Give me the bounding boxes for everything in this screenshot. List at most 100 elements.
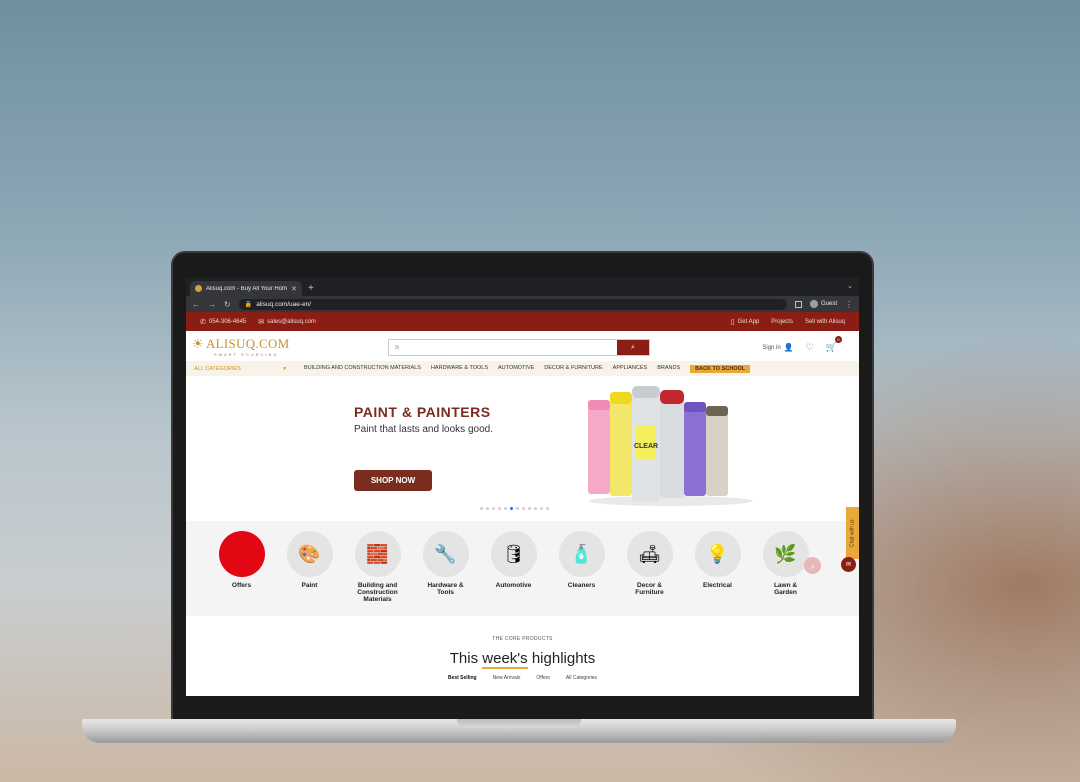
new-tab-icon[interactable]: + — [308, 283, 314, 294]
search-input[interactable] — [389, 340, 617, 355]
tab-all-categories[interactable]: All Categories — [566, 675, 597, 681]
nav-back-to-school[interactable]: BACK TO SCHOOL — [690, 364, 751, 373]
back-icon[interactable]: ← — [192, 300, 200, 309]
highlights-tabs: Best Selling New Arrivals Offers All Cat… — [186, 675, 859, 681]
nav-appliances[interactable]: APPLIANCES — [613, 365, 648, 373]
hero-subtitle: Paint that lasts and looks good. — [354, 424, 493, 435]
category-label: Lawn & Garden — [773, 582, 798, 597]
carousel-dot[interactable] — [486, 507, 489, 510]
chevron-down-icon: ▾ — [283, 365, 286, 372]
tools-icon: 🔧 — [422, 531, 469, 577]
bulb-icon: 💡 — [694, 531, 741, 577]
search-button[interactable]: ⌕ — [617, 340, 649, 355]
user-icon: 👤 — [783, 343, 794, 352]
search-icon: ⌕ — [631, 343, 635, 351]
offers-icon — [218, 531, 265, 577]
nav-decor[interactable]: DECOR & FURNITURE — [544, 365, 602, 373]
hero-banner: PAINT & PAINTERS Paint that lasts and lo… — [186, 376, 859, 519]
category-building[interactable]: 🧱 Building and Construction Materials — [354, 521, 401, 616]
cart-icon[interactable]: 🛒 0 — [826, 336, 842, 353]
address-bar[interactable]: 🔒 alisuq.com/uae-en/ — [238, 298, 787, 310]
forward-icon[interactable]: → — [208, 300, 216, 309]
carousel-dot[interactable] — [522, 507, 525, 510]
side-panel-icon[interactable] — [794, 300, 802, 308]
cart-count-badge: 0 — [835, 336, 842, 343]
projects-link[interactable]: Projects — [771, 319, 793, 325]
signin-text: Sign in — [762, 344, 781, 351]
carousel-dot[interactable] — [546, 507, 549, 510]
get-app-text: Get App — [737, 318, 760, 325]
category-label: Cleaners — [567, 582, 596, 589]
phone-icon: ✆ — [200, 318, 206, 326]
nav-automotive[interactable]: AUTOMOTIVE — [498, 365, 534, 373]
profile-button[interactable]: Guest — [809, 300, 837, 308]
phone-text: 054-306-4645 — [208, 318, 247, 325]
category-hardware[interactable]: 🔧 Hardware & Tools — [422, 521, 469, 616]
nav-brands[interactable]: BRANDS — [657, 365, 680, 373]
email-link[interactable]: ✉ sales@alisuq.com — [258, 318, 316, 326]
category-offers[interactable]: Offers — [218, 521, 265, 616]
profile-label: Guest — [820, 301, 837, 307]
highlights-section: THE CORE PRODUCTS This week's highlights… — [186, 616, 859, 696]
tab-best-selling[interactable]: Best Selling — [448, 675, 477, 681]
carousel-dot[interactable] — [480, 507, 483, 510]
category-paint[interactable]: 🎨 Paint — [286, 521, 333, 616]
nav-hardware[interactable]: HARDWARE & TOOLS — [431, 365, 488, 373]
svg-text:CLEAR: CLEAR — [634, 443, 658, 450]
next-arrow-icon[interactable]: › — [804, 557, 821, 574]
search-bar: ⌕ — [388, 339, 650, 356]
category-label: Building and Construction Materials — [357, 582, 398, 604]
carousel-dot[interactable] — [492, 507, 495, 510]
carousel-dot[interactable] — [528, 507, 531, 510]
hero-paint-cans-image: CLEAR — [588, 386, 753, 506]
category-lawn-garden[interactable]: 🌿 Lawn & Garden — [762, 521, 809, 616]
mobile-icon: ▯ — [730, 318, 735, 326]
category-cleaners[interactable]: 🧴 Cleaners — [558, 521, 605, 616]
paint-icon: 🎨 — [286, 531, 333, 577]
phone-link[interactable]: ✆ 054-306-4645 — [200, 318, 246, 326]
header-actions: Sign in 👤 ♡ 🛒 0 — [762, 336, 842, 353]
top-contact-bar: ✆ 054-306-4645 ✉ sales@alisuq.com ▯ Get … — [186, 312, 859, 331]
nav-building[interactable]: BUILDING AND CONSTRUCTION MATERIALS — [304, 365, 421, 373]
close-tab-icon[interactable]: ✕ — [291, 285, 297, 293]
tab-title: Alisuq.com - Buy All Your Hom — [206, 285, 288, 292]
category-automotive[interactable]: 🛢 Automotive — [490, 521, 537, 616]
chat-bubble-icon[interactable]: ✉ — [841, 557, 856, 572]
category-label: Decor & Furniture — [635, 582, 664, 597]
email-text: sales@alisuq.com — [267, 318, 316, 325]
carousel-dot[interactable] — [516, 507, 519, 510]
category-label: Offers — [231, 582, 252, 589]
browser-tab[interactable]: Alisuq.com - Buy All Your Hom ✕ — [190, 281, 302, 296]
carousel-dot[interactable] — [498, 507, 501, 510]
menu-icon[interactable]: ⋮ — [845, 300, 853, 309]
browser-tabbar: Alisuq.com - Buy All Your Hom ✕ + ⌄ — [186, 278, 859, 296]
carousel-dot[interactable] — [540, 507, 543, 510]
hero-carousel-dots — [480, 507, 549, 510]
category-label: Automotive — [495, 582, 532, 589]
chat-tab[interactable]: Chat with us — [846, 507, 859, 559]
get-app-link[interactable]: ▯ Get App — [731, 318, 760, 326]
all-categories-dropdown[interactable]: ALL CATEGORIES ▾ — [194, 366, 294, 372]
laptop-notch — [457, 719, 581, 728]
category-decor[interactable]: 🛋 Decor & Furniture — [626, 521, 673, 616]
sell-link[interactable]: Sell with Alisuq — [805, 319, 845, 325]
carousel-dot-active[interactable] — [510, 507, 513, 510]
tab-offers[interactable]: Offers — [536, 675, 550, 681]
category-electrical[interactable]: 💡 Electrical — [694, 521, 741, 616]
url-text: alisuq.com/uae-en/ — [256, 300, 312, 308]
highlights-eyebrow: THE CORE PRODUCTS — [492, 636, 553, 642]
browser-toolbar: ← → ↻ 🔒 alisuq.com/uae-en/ Guest ⋮ — [186, 296, 859, 312]
wishlist-icon[interactable]: ♡ — [806, 342, 814, 353]
favicon-icon — [195, 285, 202, 292]
carousel-dot[interactable] — [504, 507, 507, 510]
carousel-dot[interactable] — [534, 507, 537, 510]
category-label: Hardware & Tools — [427, 582, 464, 597]
tab-new-arrivals[interactable]: New Arrivals — [493, 675, 521, 681]
tab-search-icon[interactable]: ⌄ — [847, 282, 853, 290]
automotive-icon: 🛢 — [490, 531, 537, 577]
sofa-icon: 🛋 — [626, 531, 673, 577]
shop-now-button[interactable]: SHOP NOW — [354, 470, 432, 491]
site-logo[interactable]: ☀ ALISUQ.COM SMART SOURCING — [192, 336, 290, 357]
signin-link[interactable]: Sign in 👤 — [762, 343, 793, 352]
reload-icon[interactable]: ↻ — [224, 300, 231, 309]
